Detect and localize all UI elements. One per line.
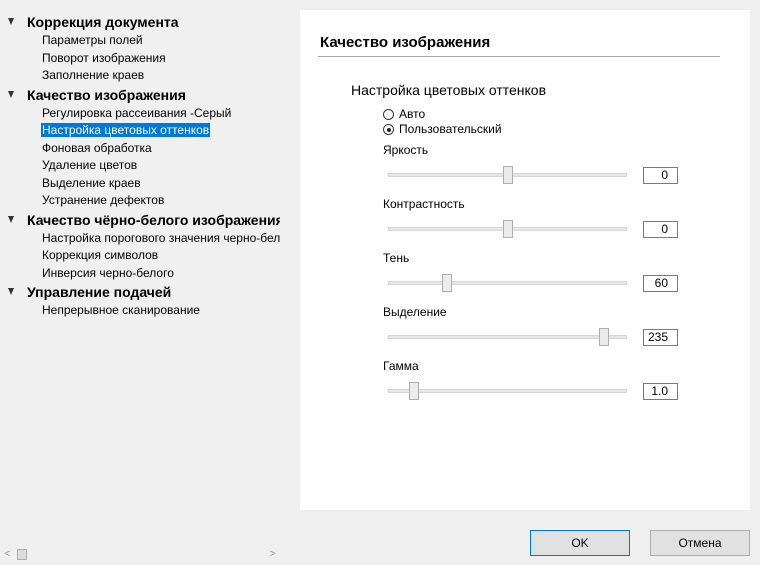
collapse-triangle-icon[interactable] <box>8 215 14 223</box>
tree-item-bw-threshold[interactable]: Настройка порогового значения черно-бело… <box>0 230 280 248</box>
tree-item-edge-emphasis[interactable]: Выделение краев <box>0 175 280 193</box>
cancel-button[interactable]: Отмена <box>650 530 750 556</box>
highlight-label: Выделение <box>383 305 447 319</box>
tree-item-defect-removal[interactable]: Устранение дефектов <box>0 192 280 210</box>
tree-item-label: Заполнение краев <box>42 68 145 82</box>
tree-item-label: Выделение краев <box>42 175 141 190</box>
tree-group-document-correction: Коррекция документа Параметры полей Пово… <box>0 12 280 85</box>
shadow-slider-track[interactable] <box>388 281 627 285</box>
tree-group-label: Качество изображения <box>27 86 186 103</box>
contrast-value-field[interactable]: 0 <box>643 221 678 238</box>
gamma-value-field[interactable]: 1.0 <box>643 383 678 400</box>
tree-item-label: Регулировка рассеивания -Серый <box>42 105 232 120</box>
radio-auto-label: Авто <box>399 107 426 121</box>
radio-custom[interactable]: Пользовательский <box>383 121 502 137</box>
panel-divider <box>318 56 720 57</box>
tree-group-label: Коррекция документа <box>27 14 179 30</box>
tree-horizontal-scrollbar[interactable]: < > <box>0 547 280 562</box>
tree-group-label: Управление подачей <box>27 284 172 300</box>
scroll-right-arrow-icon[interactable]: > <box>265 547 280 562</box>
collapse-triangle-icon[interactable] <box>8 18 14 25</box>
gamma-slider-thumb[interactable] <box>408 382 419 400</box>
shadow-slider-thumb[interactable] <box>441 274 452 292</box>
panel-title: Качество изображения <box>320 34 491 51</box>
tree-item-label: Параметры полей <box>42 33 143 47</box>
tree-item-label: Поворот изображения <box>42 50 166 65</box>
shadow-label: Тень <box>383 251 410 265</box>
settings-panel: Качество изображения Настройка цветовых … <box>300 10 750 510</box>
tree-item-edge-filling[interactable]: Заполнение краев <box>0 67 280 85</box>
settings-tree: Коррекция документа Параметры полей Пово… <box>0 12 280 542</box>
brightness-value-field[interactable]: 0 <box>643 167 678 184</box>
tree-item-label: Удаление цветов <box>42 158 138 172</box>
tree-item-label: Настройка цветовых оттенков <box>41 123 211 137</box>
contrast-label: Контрастность <box>383 197 465 211</box>
gamma-label: Гамма <box>383 359 419 373</box>
section-heading: Настройка цветовых оттенков <box>351 82 547 98</box>
gamma-slider-track[interactable] <box>388 389 627 393</box>
tree-group-header[interactable]: Качество чёрно-белого изображения <box>0 210 280 230</box>
tree-item-rotation[interactable]: Поворот изображения <box>0 50 280 68</box>
tree-group-header[interactable]: Коррекция документа <box>0 12 280 32</box>
highlight-slider-thumb[interactable] <box>598 328 609 346</box>
tree-item-color-removal[interactable]: Удаление цветов <box>0 157 280 175</box>
tree-item-background-processing[interactable]: Фоновая обработка <box>0 140 280 158</box>
tree-item-label: Настройка порогового значения черно-бело… <box>42 230 280 245</box>
tree-item-label: Устранение дефектов <box>42 193 165 207</box>
contrast-slider-thumb[interactable] <box>502 220 513 238</box>
tree-item-label: Инверсия черно-белого <box>42 265 174 280</box>
scrollbar-thumb[interactable] <box>17 549 27 560</box>
tree-group-header[interactable]: Управление подачей <box>0 282 280 302</box>
brightness-label: Яркость <box>383 143 429 157</box>
tree-item-character-correction[interactable]: Коррекция символов <box>0 247 280 265</box>
tree-item-label: Фоновая обработка <box>42 140 152 155</box>
radio-custom-label: Пользовательский <box>399 122 502 136</box>
highlight-slider-track[interactable] <box>388 335 627 339</box>
shadow-value-field[interactable]: 60 <box>643 275 678 292</box>
tree-group-label: Качество чёрно-белого изображения <box>27 211 280 228</box>
tree-item-continuous-scan[interactable]: Непрерывное сканирование <box>0 302 280 320</box>
collapse-triangle-icon[interactable] <box>8 288 14 295</box>
tree-group-feed-control: Управление подачей Непрерывное сканирова… <box>0 282 280 320</box>
tree-group-image-quality: Качество изображения Регулировка рассеив… <box>0 85 280 210</box>
highlight-value-field[interactable]: 235 <box>643 329 678 346</box>
tree-item-diffusion-gray[interactable]: Регулировка рассеивания -Серый <box>0 105 280 123</box>
collapse-triangle-icon[interactable] <box>8 90 14 98</box>
brightness-slider-thumb[interactable] <box>502 166 513 184</box>
tree-item-label: Непрерывное сканирование <box>42 303 200 317</box>
radio-auto[interactable]: Авто <box>383 106 425 122</box>
ok-button[interactable]: OK <box>530 530 630 556</box>
radio-auto-circle[interactable] <box>383 109 394 120</box>
tree-group-header[interactable]: Качество изображения <box>0 85 280 105</box>
tree-group-bw-quality: Качество чёрно-белого изображения Настро… <box>0 210 280 283</box>
tree-item-label: Коррекция символов <box>42 248 159 262</box>
scroll-left-arrow-icon[interactable]: < <box>0 547 15 562</box>
tree-item-bw-inversion[interactable]: Инверсия черно-белого <box>0 265 280 283</box>
tree-item-color-tone[interactable]: Настройка цветовых оттенков <box>0 122 280 140</box>
tree-item-margin-settings[interactable]: Параметры полей <box>0 32 280 50</box>
radio-custom-circle[interactable] <box>383 124 394 135</box>
